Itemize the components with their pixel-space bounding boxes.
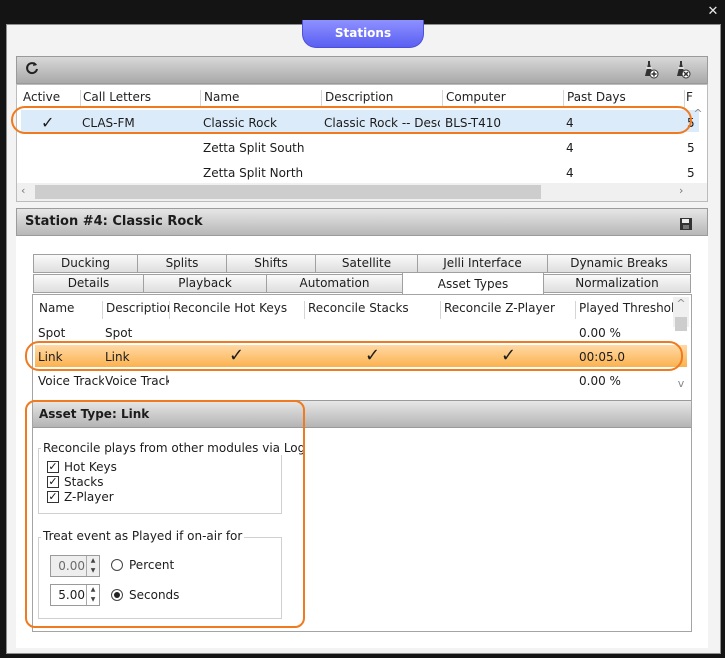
column-header-played-threshold[interactable]: Played Threshold	[575, 301, 673, 319]
scroll-left-icon[interactable]: ‹	[21, 184, 25, 197]
save-icon[interactable]	[679, 215, 693, 230]
close-icon[interactable]: ✕	[703, 3, 723, 21]
column-header-f[interactable]: F	[684, 90, 696, 108]
scroll-right-icon[interactable]: ›	[679, 184, 683, 197]
stations-grid: Active Call Letters Name Description Com…	[16, 84, 708, 202]
tab-automation[interactable]: Automation	[266, 274, 403, 293]
horizontal-scrollbar[interactable]: ‹ ›	[17, 183, 707, 201]
scroll-down-icon[interactable]: v	[673, 377, 689, 390]
cell-f: 5	[687, 141, 695, 155]
scroll-up-icon[interactable]: ^	[690, 107, 706, 120]
selected-asset-highlight	[25, 341, 683, 371]
cell-name: Voice Track	[38, 374, 104, 388]
column-header-reconcile-stacks[interactable]: Reconcile Stacks	[304, 301, 441, 319]
tab-asset-types[interactable]: Asset Types	[402, 272, 544, 294]
cell-name: Zetta Split North	[203, 166, 304, 180]
tab-jelli-interface[interactable]: Jelli Interface	[417, 254, 548, 273]
station-detail-header: Station #4: Classic Rock	[16, 208, 708, 236]
column-header-reconcile-z-player[interactable]: Reconcile Z-Player	[440, 301, 576, 319]
asset-detail-highlight	[25, 400, 305, 628]
cell-description: Voice Track	[105, 374, 169, 388]
scroll-up-icon[interactable]: ^	[673, 297, 689, 310]
column-header-name[interactable]: Name	[35, 301, 103, 319]
stations-toolbar	[16, 56, 708, 84]
tab-dynamic-breaks[interactable]: Dynamic Breaks	[547, 254, 691, 273]
station-detail-title: Station #4: Classic Rock	[25, 214, 203, 229]
cell-past-days: 4	[566, 141, 574, 155]
tab-normalization[interactable]: Normalization	[543, 274, 691, 293]
remove-station-icon[interactable]	[671, 59, 693, 81]
cell-f: 5	[687, 166, 695, 180]
selected-station-highlight	[11, 106, 692, 134]
vertical-scrollbar[interactable]: ^	[673, 297, 689, 331]
cell-played-threshold: 0.00 %	[579, 374, 621, 388]
tab-playback[interactable]: Playback	[143, 274, 267, 293]
tab-splits[interactable]: Splits	[137, 254, 227, 273]
add-station-icon[interactable]	[639, 59, 661, 81]
refresh-icon[interactable]	[21, 59, 43, 81]
tab-ducking[interactable]: Ducking	[33, 254, 138, 273]
column-header-reconcile-hot-keys[interactable]: Reconcile Hot Keys	[169, 301, 305, 319]
tab-details[interactable]: Details	[33, 274, 144, 293]
cell-past-days: 4	[566, 166, 574, 180]
column-header-description[interactable]: Description	[102, 301, 170, 319]
scrollbar-thumb[interactable]	[675, 317, 687, 331]
tab-shifts[interactable]: Shifts	[226, 254, 316, 273]
cell-name: Zetta Split South	[203, 141, 305, 155]
scrollbar-thumb[interactable]	[35, 185, 541, 199]
tab-satellite[interactable]: Satellite	[315, 254, 418, 273]
window-title: Stations	[302, 20, 424, 48]
